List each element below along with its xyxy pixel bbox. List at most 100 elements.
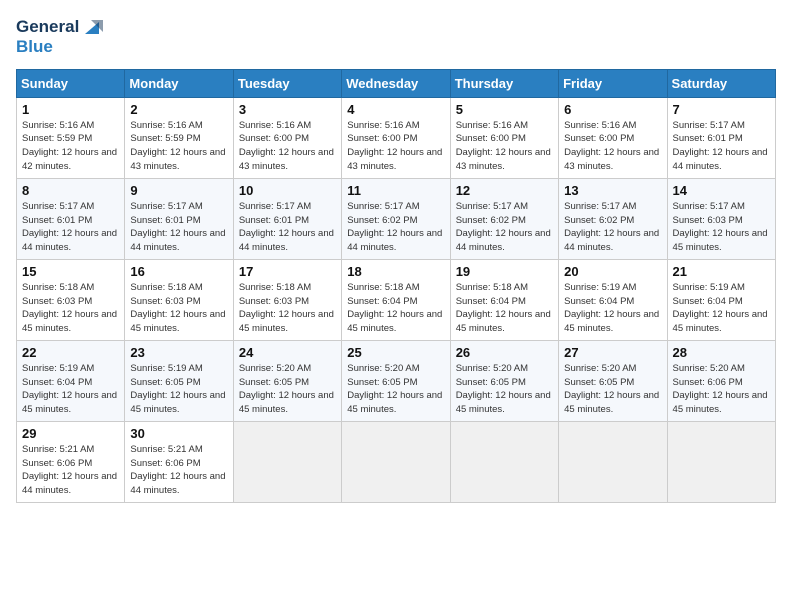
weekday-header: Friday xyxy=(559,69,667,97)
calendar-cell: 8 Sunrise: 5:17 AMSunset: 6:01 PMDayligh… xyxy=(17,178,125,259)
day-number: 4 xyxy=(347,102,444,117)
day-info: Sunrise: 5:16 AMSunset: 6:00 PMDaylight:… xyxy=(564,119,661,174)
day-info: Sunrise: 5:21 AMSunset: 6:06 PMDaylight:… xyxy=(22,443,119,498)
day-info: Sunrise: 5:17 AMSunset: 6:01 PMDaylight:… xyxy=(673,119,770,174)
weekday-header: Saturday xyxy=(667,69,775,97)
calendar-cell: 13 Sunrise: 5:17 AMSunset: 6:02 PMDaylig… xyxy=(559,178,667,259)
day-number: 6 xyxy=(564,102,661,117)
logo: General Blue xyxy=(16,16,103,57)
day-number: 13 xyxy=(564,183,661,198)
day-info: Sunrise: 5:17 AMSunset: 6:01 PMDaylight:… xyxy=(130,200,227,255)
calendar-cell: 18 Sunrise: 5:18 AMSunset: 6:04 PMDaylig… xyxy=(342,259,450,340)
calendar-cell: 23 Sunrise: 5:19 AMSunset: 6:05 PMDaylig… xyxy=(125,340,233,421)
day-number: 29 xyxy=(22,426,119,441)
weekday-header: Tuesday xyxy=(233,69,341,97)
calendar-cell: 3 Sunrise: 5:16 AMSunset: 6:00 PMDayligh… xyxy=(233,97,341,178)
day-number: 8 xyxy=(22,183,119,198)
day-info: Sunrise: 5:19 AMSunset: 6:05 PMDaylight:… xyxy=(130,362,227,417)
calendar-cell: 26 Sunrise: 5:20 AMSunset: 6:05 PMDaylig… xyxy=(450,340,558,421)
day-info: Sunrise: 5:20 AMSunset: 6:05 PMDaylight:… xyxy=(456,362,553,417)
day-number: 3 xyxy=(239,102,336,117)
calendar-cell: 20 Sunrise: 5:19 AMSunset: 6:04 PMDaylig… xyxy=(559,259,667,340)
calendar-body: 1 Sunrise: 5:16 AMSunset: 5:59 PMDayligh… xyxy=(17,97,776,502)
calendar-cell: 25 Sunrise: 5:20 AMSunset: 6:05 PMDaylig… xyxy=(342,340,450,421)
header: General Blue xyxy=(16,16,776,57)
weekday-header: Sunday xyxy=(17,69,125,97)
calendar-cell: 30 Sunrise: 5:21 AMSunset: 6:06 PMDaylig… xyxy=(125,421,233,502)
calendar-cell: 21 Sunrise: 5:19 AMSunset: 6:04 PMDaylig… xyxy=(667,259,775,340)
calendar-cell: 1 Sunrise: 5:16 AMSunset: 5:59 PMDayligh… xyxy=(17,97,125,178)
day-number: 14 xyxy=(673,183,770,198)
calendar-cell: 19 Sunrise: 5:18 AMSunset: 6:04 PMDaylig… xyxy=(450,259,558,340)
weekday-row: SundayMondayTuesdayWednesdayThursdayFrid… xyxy=(17,69,776,97)
day-info: Sunrise: 5:19 AMSunset: 6:04 PMDaylight:… xyxy=(22,362,119,417)
calendar-week-row: 8 Sunrise: 5:17 AMSunset: 6:01 PMDayligh… xyxy=(17,178,776,259)
day-number: 10 xyxy=(239,183,336,198)
calendar-cell: 16 Sunrise: 5:18 AMSunset: 6:03 PMDaylig… xyxy=(125,259,233,340)
calendar-cell: 28 Sunrise: 5:20 AMSunset: 6:06 PMDaylig… xyxy=(667,340,775,421)
day-number: 30 xyxy=(130,426,227,441)
day-info: Sunrise: 5:20 AMSunset: 6:05 PMDaylight:… xyxy=(239,362,336,417)
day-info: Sunrise: 5:18 AMSunset: 6:03 PMDaylight:… xyxy=(22,281,119,336)
calendar-week-row: 1 Sunrise: 5:16 AMSunset: 5:59 PMDayligh… xyxy=(17,97,776,178)
day-number: 26 xyxy=(456,345,553,360)
day-number: 11 xyxy=(347,183,444,198)
calendar-cell: 27 Sunrise: 5:20 AMSunset: 6:05 PMDaylig… xyxy=(559,340,667,421)
calendar-cell: 22 Sunrise: 5:19 AMSunset: 6:04 PMDaylig… xyxy=(17,340,125,421)
day-info: Sunrise: 5:17 AMSunset: 6:02 PMDaylight:… xyxy=(456,200,553,255)
day-number: 28 xyxy=(673,345,770,360)
calendar-cell: 9 Sunrise: 5:17 AMSunset: 6:01 PMDayligh… xyxy=(125,178,233,259)
day-number: 17 xyxy=(239,264,336,279)
day-info: Sunrise: 5:21 AMSunset: 6:06 PMDaylight:… xyxy=(130,443,227,498)
day-number: 24 xyxy=(239,345,336,360)
calendar-cell xyxy=(342,421,450,502)
day-info: Sunrise: 5:16 AMSunset: 6:00 PMDaylight:… xyxy=(239,119,336,174)
calendar-cell xyxy=(450,421,558,502)
weekday-header: Thursday xyxy=(450,69,558,97)
calendar-cell: 5 Sunrise: 5:16 AMSunset: 6:00 PMDayligh… xyxy=(450,97,558,178)
day-number: 18 xyxy=(347,264,444,279)
day-info: Sunrise: 5:20 AMSunset: 6:05 PMDaylight:… xyxy=(347,362,444,417)
calendar: SundayMondayTuesdayWednesdayThursdayFrid… xyxy=(16,69,776,503)
calendar-cell: 7 Sunrise: 5:17 AMSunset: 6:01 PMDayligh… xyxy=(667,97,775,178)
day-number: 25 xyxy=(347,345,444,360)
day-info: Sunrise: 5:18 AMSunset: 6:04 PMDaylight:… xyxy=(347,281,444,336)
day-number: 9 xyxy=(130,183,227,198)
calendar-cell xyxy=(559,421,667,502)
day-info: Sunrise: 5:16 AMSunset: 5:59 PMDaylight:… xyxy=(22,119,119,174)
day-info: Sunrise: 5:16 AMSunset: 5:59 PMDaylight:… xyxy=(130,119,227,174)
calendar-cell: 2 Sunrise: 5:16 AMSunset: 5:59 PMDayligh… xyxy=(125,97,233,178)
calendar-cell xyxy=(667,421,775,502)
day-info: Sunrise: 5:20 AMSunset: 6:05 PMDaylight:… xyxy=(564,362,661,417)
weekday-header: Wednesday xyxy=(342,69,450,97)
weekday-header: Monday xyxy=(125,69,233,97)
day-number: 20 xyxy=(564,264,661,279)
calendar-week-row: 15 Sunrise: 5:18 AMSunset: 6:03 PMDaylig… xyxy=(17,259,776,340)
day-number: 5 xyxy=(456,102,553,117)
calendar-cell: 29 Sunrise: 5:21 AMSunset: 6:06 PMDaylig… xyxy=(17,421,125,502)
day-number: 1 xyxy=(22,102,119,117)
day-number: 2 xyxy=(130,102,227,117)
calendar-cell: 4 Sunrise: 5:16 AMSunset: 6:00 PMDayligh… xyxy=(342,97,450,178)
day-info: Sunrise: 5:17 AMSunset: 6:02 PMDaylight:… xyxy=(347,200,444,255)
day-number: 16 xyxy=(130,264,227,279)
calendar-cell: 17 Sunrise: 5:18 AMSunset: 6:03 PMDaylig… xyxy=(233,259,341,340)
calendar-cell: 14 Sunrise: 5:17 AMSunset: 6:03 PMDaylig… xyxy=(667,178,775,259)
calendar-header: SundayMondayTuesdayWednesdayThursdayFrid… xyxy=(17,69,776,97)
day-info: Sunrise: 5:20 AMSunset: 6:06 PMDaylight:… xyxy=(673,362,770,417)
day-number: 15 xyxy=(22,264,119,279)
calendar-cell: 12 Sunrise: 5:17 AMSunset: 6:02 PMDaylig… xyxy=(450,178,558,259)
day-info: Sunrise: 5:18 AMSunset: 6:03 PMDaylight:… xyxy=(130,281,227,336)
calendar-cell: 15 Sunrise: 5:18 AMSunset: 6:03 PMDaylig… xyxy=(17,259,125,340)
day-number: 12 xyxy=(456,183,553,198)
day-info: Sunrise: 5:16 AMSunset: 6:00 PMDaylight:… xyxy=(347,119,444,174)
day-info: Sunrise: 5:18 AMSunset: 6:04 PMDaylight:… xyxy=(456,281,553,336)
day-number: 22 xyxy=(22,345,119,360)
logo-triangle-icon xyxy=(81,16,103,38)
calendar-cell: 10 Sunrise: 5:17 AMSunset: 6:01 PMDaylig… xyxy=(233,178,341,259)
day-info: Sunrise: 5:19 AMSunset: 6:04 PMDaylight:… xyxy=(564,281,661,336)
day-info: Sunrise: 5:17 AMSunset: 6:02 PMDaylight:… xyxy=(564,200,661,255)
day-info: Sunrise: 5:16 AMSunset: 6:00 PMDaylight:… xyxy=(456,119,553,174)
day-number: 7 xyxy=(673,102,770,117)
calendar-week-row: 29 Sunrise: 5:21 AMSunset: 6:06 PMDaylig… xyxy=(17,421,776,502)
